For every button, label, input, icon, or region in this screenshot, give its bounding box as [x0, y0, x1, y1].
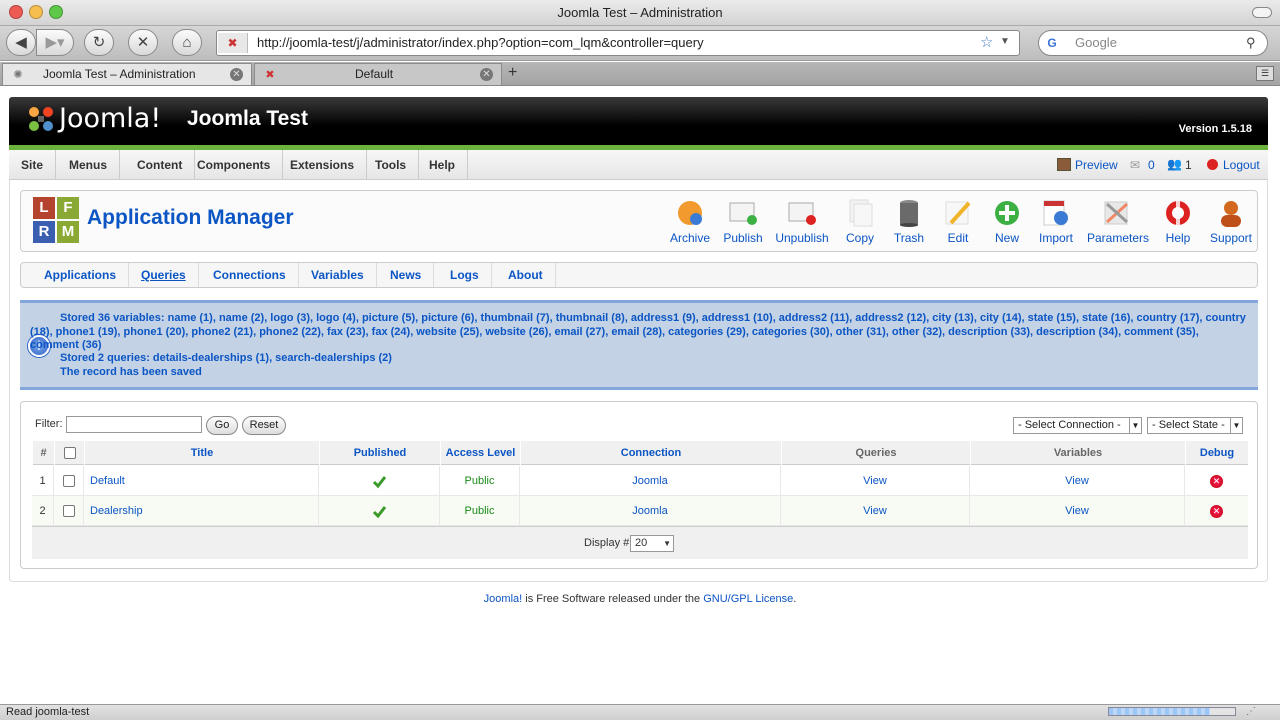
menu-tools[interactable]: Tools	[363, 150, 420, 180]
tab-bar: ✺ Joomla Test – Administration ✕ ✖ Defau…	[0, 62, 1280, 86]
preview-link[interactable]: Preview	[1075, 150, 1118, 180]
tab-close-icon[interactable]: ✕	[480, 68, 493, 81]
progress-remaining	[1210, 708, 1235, 715]
window-titlebar: Joomla Test – Administration	[0, 0, 1280, 26]
menu-extensions[interactable]: Extensions	[278, 150, 368, 180]
page-footer: Joomla! is Free Software released under …	[0, 593, 1280, 605]
logout-icon	[1207, 159, 1218, 170]
forward-button[interactable]: ▶▾	[36, 29, 74, 56]
home-button[interactable]: ⌂	[172, 29, 202, 56]
status-text: Read joomla-test	[6, 706, 90, 718]
menu-menus[interactable]: Menus	[57, 150, 121, 180]
messages-icon: ✉	[1130, 158, 1141, 172]
page-frame	[9, 180, 1268, 582]
resize-grip-icon[interactable]: ⋰	[1246, 706, 1256, 717]
preview-icon	[1057, 158, 1071, 171]
url-text: http://joomla-test/j/administrator/index…	[257, 35, 704, 50]
menu-components[interactable]: Components	[185, 150, 284, 180]
logout-link[interactable]: Logout	[1223, 150, 1260, 180]
google-icon[interactable]: G	[1044, 35, 1060, 51]
tab-list-icon[interactable]: ☰	[1256, 66, 1274, 81]
users-count: 1	[1185, 158, 1192, 172]
site-name: Joomla Test	[187, 107, 308, 130]
bookmark-star-icon[interactable]: ☆	[980, 33, 993, 51]
tab-close-icon[interactable]: ✕	[230, 68, 243, 81]
tab-label: Joomla Test – Administration	[43, 67, 196, 81]
site-favicon-icon[interactable]: ✖	[218, 33, 248, 53]
search-placeholder: Google	[1075, 35, 1117, 50]
stop-icon: ✕	[136, 34, 150, 51]
url-input[interactable]: http://joomla-test/j/administrator/index…	[216, 30, 1020, 56]
window-close-button[interactable]	[9, 5, 23, 19]
joomla-logo-text: Joomla!	[59, 103, 162, 134]
search-icon[interactable]: ⚲	[1246, 35, 1256, 51]
window-zoom-button[interactable]	[49, 5, 63, 19]
joomla-link[interactable]: Joomla!	[484, 593, 523, 605]
window-minimize-button[interactable]	[29, 5, 43, 19]
joomla-favicon-icon: ✖	[265, 69, 275, 81]
reload-button[interactable]: ↻	[84, 29, 114, 56]
url-history-dropdown-icon[interactable]: ▼	[1000, 36, 1010, 47]
search-input[interactable]: Google	[1038, 30, 1268, 56]
reload-icon: ↻	[92, 34, 106, 51]
browser-navbar: ◀ ▶▾ ↻ ✕ ⌂ http://joomla-test/j/administ…	[0, 26, 1280, 61]
tab-joomla-admin[interactable]: ✺ Joomla Test – Administration ✕	[2, 63, 252, 85]
loading-spinner-icon: ✺	[13, 69, 23, 81]
users-icon: 👥	[1167, 157, 1182, 171]
arrow-left-icon: ◀	[15, 34, 27, 51]
admin-menubar: Site Menus Content Components Extensions…	[9, 150, 1268, 180]
joomla-header: Joomla! Joomla Test Version 1.5.18	[9, 97, 1268, 145]
new-tab-button[interactable]: +	[508, 64, 517, 82]
joomla-logo-icon	[29, 107, 53, 131]
menu-help[interactable]: Help	[417, 150, 469, 180]
messages-count[interactable]: 0	[1148, 150, 1155, 180]
window-title: Joomla Test – Administration	[557, 5, 723, 20]
page-content: Joomla! Joomla Test Version 1.5.18 Site …	[0, 87, 1280, 704]
stop-button[interactable]: ✕	[128, 29, 158, 56]
arrow-right-icon: ▶▾	[45, 34, 65, 51]
browser-statusbar: Read joomla-test	[0, 704, 1280, 720]
toolbar-toggle-button[interactable]	[1252, 7, 1272, 18]
version-label: Version 1.5.18	[1178, 123, 1252, 135]
home-icon: ⌂	[182, 34, 192, 51]
tab-label: Default	[355, 67, 394, 81]
footer-end: .	[793, 593, 797, 605]
footer-text: is Free Software released under the	[522, 593, 704, 605]
back-button[interactable]: ◀	[6, 29, 36, 56]
menu-site[interactable]: Site	[9, 150, 57, 180]
tab-default[interactable]: ✖ Default ✕	[254, 63, 502, 85]
license-link[interactable]: GNU/GPL License	[703, 593, 793, 605]
